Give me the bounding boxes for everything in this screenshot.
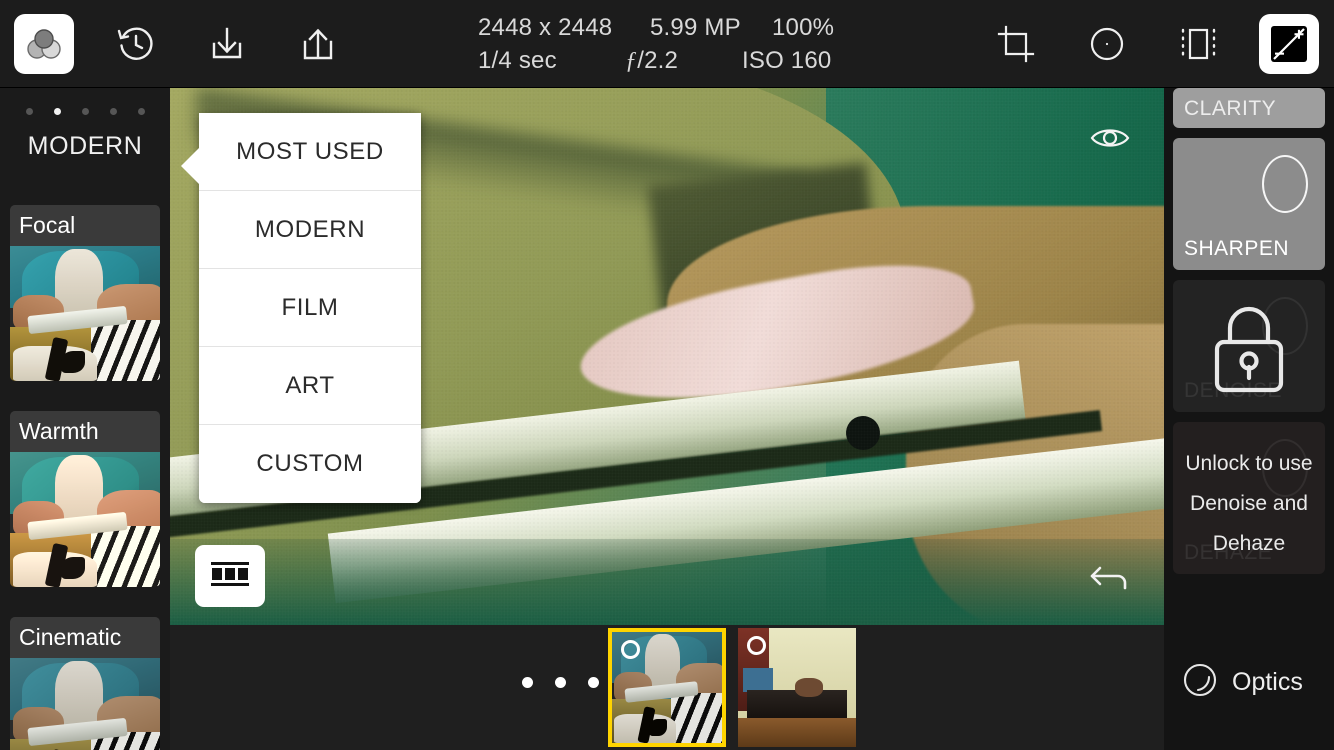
preset-card-focal[interactable]: Focal <box>10 205 160 381</box>
presets-panel-toggle[interactable] <box>195 545 265 607</box>
vignette-button[interactable] <box>1077 14 1137 74</box>
category-dropdown-menu[interactable]: MOST USED MODERN FILM ART CUSTOM <box>181 113 421 503</box>
preset-thumbnail <box>10 246 160 381</box>
tool-tile-dehaze[interactable]: DEHAZE Unlock to use Denoise and Dehaze <box>1173 422 1325 574</box>
filmstrip-thumb-2[interactable] <box>738 628 856 747</box>
photo-editor-app: 2448 x 2448 5.99 MP 100% 1/4 sec ƒ/2.2 I… <box>0 0 1334 750</box>
share-up-arrow-icon <box>298 24 338 64</box>
eye-icon <box>1088 129 1132 158</box>
dropdown-pointer-arrow <box>181 147 200 185</box>
dropdown-item-custom[interactable]: CUSTOM <box>199 425 421 503</box>
meta-dimensions: 2448 x 2448 <box>478 14 613 41</box>
filmstrip-thumb-1[interactable] <box>608 628 726 747</box>
page-dot-5[interactable] <box>137 107 145 115</box>
adjust-button[interactable] <box>1259 14 1319 74</box>
unlock-message: Unlock to use Denoise and Dehaze <box>1173 444 1325 564</box>
import-button[interactable] <box>197 14 257 74</box>
more-images-indicator <box>522 677 599 688</box>
select-radio-icon[interactable] <box>747 636 766 655</box>
aperture-number: /2.2 <box>637 47 679 74</box>
page-dot-4[interactable] <box>109 107 117 115</box>
unlock-message-line-3: Dehaze <box>1212 532 1286 555</box>
page-dot-3[interactable] <box>81 107 89 115</box>
page-indicator-dots <box>0 105 170 117</box>
lock-icon <box>1203 298 1295 394</box>
optics-label: Optics <box>1232 667 1303 696</box>
filmstrip-dot-3 <box>588 677 599 688</box>
preset-sidebar[interactable]: MODERN Focal Warmth Cinematic <box>0 88 170 750</box>
filmstrip-dot-1 <box>522 677 533 688</box>
share-button[interactable] <box>288 14 348 74</box>
history-button[interactable] <box>106 14 166 74</box>
meta-shutter-speed: 1/4 sec <box>478 47 557 74</box>
tool-tile-denoise[interactable]: DENOISE <box>1173 280 1325 412</box>
preset-label: Focal <box>10 205 160 246</box>
dropdown-item-art[interactable]: ART <box>199 347 421 425</box>
preset-category-title: MODERN <box>27 132 143 160</box>
download-arrow-icon <box>207 24 247 64</box>
page-dot-1[interactable] <box>25 107 33 115</box>
tool-label: CLARITY <box>1184 97 1277 120</box>
exposure-plus-minus-icon <box>1269 24 1309 64</box>
image-filmstrip[interactable] <box>170 625 1164 750</box>
dropdown-item-modern[interactable]: MODERN <box>199 191 421 269</box>
meta-zoom-level: 100% <box>772 14 835 41</box>
meta-iso: ISO 160 <box>742 47 832 74</box>
presets-button[interactable] <box>14 14 74 74</box>
tool-label: SHARPEN <box>1184 237 1290 260</box>
preset-thumbnail <box>10 452 160 587</box>
back-arrow-icon <box>1088 566 1132 597</box>
frame-icon <box>1177 24 1219 64</box>
meta-aperture: ƒ/2.2 <box>625 47 678 75</box>
tool-tile-sharpen[interactable]: SHARPEN <box>1173 138 1325 270</box>
preset-card-warmth[interactable]: Warmth <box>10 411 160 587</box>
sharpen-oval-icon <box>1262 155 1308 213</box>
tool-tile-clarity[interactable]: CLARITY <box>1173 88 1325 128</box>
optics-button[interactable]: Optics <box>1182 660 1322 704</box>
filmstrip-icon <box>209 559 251 594</box>
page-dot-2[interactable] <box>53 107 61 115</box>
dropdown-item-most-used[interactable]: MOST USED <box>199 113 421 191</box>
adjustments-panel[interactable]: CLARITY SHARPEN DENOISE DEHAZE Unlock to… <box>1164 88 1334 750</box>
top-toolbar: 2448 x 2448 5.99 MP 100% 1/4 sec ƒ/2.2 I… <box>0 0 1334 88</box>
select-radio-icon[interactable] <box>621 640 640 659</box>
preset-label: Cinematic <box>10 617 160 658</box>
preset-card-cinematic[interactable]: Cinematic <box>10 617 160 750</box>
preset-label: Warmth <box>10 411 160 452</box>
circle-dot-icon <box>1087 24 1127 64</box>
filmstrip-dot-2 <box>555 677 566 688</box>
crop-button[interactable] <box>986 14 1046 74</box>
unlock-message-line-1: Unlock to use <box>1185 452 1313 475</box>
meta-megapixels: 5.99 MP <box>650 14 741 41</box>
aperture-f-glyph: ƒ <box>625 48 638 74</box>
frame-button[interactable] <box>1168 14 1228 74</box>
overlapping-circles-icon <box>24 24 64 64</box>
unlock-message-line-2: Denoise and <box>1190 492 1308 515</box>
preset-thumbnail <box>10 658 160 750</box>
history-clock-icon <box>115 23 157 65</box>
lens-circle-icon <box>1182 662 1218 703</box>
image-metadata: 2448 x 2448 5.99 MP 100% 1/4 sec ƒ/2.2 I… <box>420 12 940 78</box>
undo-button[interactable] <box>1088 561 1132 593</box>
compare-preview-button[interactable] <box>1088 122 1132 154</box>
dropdown-item-film[interactable]: FILM <box>199 269 421 347</box>
crop-icon <box>996 24 1036 64</box>
